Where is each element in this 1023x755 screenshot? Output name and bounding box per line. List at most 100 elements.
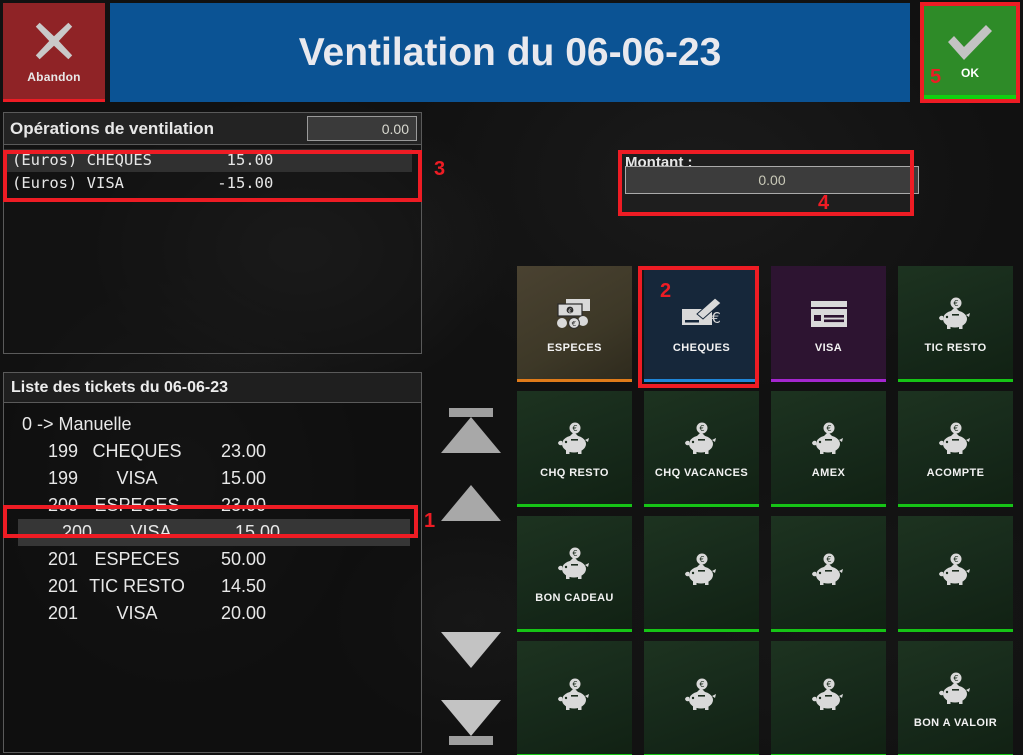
ticket-payment-mode: CHEQUES xyxy=(92,441,182,461)
ticket-row[interactable]: 200 ESPECES 23.00 xyxy=(4,492,421,519)
payment-tile-especes[interactable]: € € ESPECES xyxy=(517,266,632,382)
payment-tile[interactable]: € xyxy=(771,641,886,755)
piggy-bank-icon: € xyxy=(679,676,725,719)
ticket-number: 199 xyxy=(47,468,78,488)
ticket-number: 201 xyxy=(47,576,78,596)
svg-text:€: € xyxy=(699,555,704,564)
ticket-amount: 14.50 xyxy=(220,576,266,596)
scroll-down-button[interactable] xyxy=(440,632,502,668)
payment-tile-amex[interactable]: € AMEX xyxy=(771,391,886,507)
montant-input[interactable]: 0.00 xyxy=(625,166,919,194)
operation-row[interactable]: (Euros) CHEQUES 15.00 xyxy=(4,149,412,172)
piggy-bank-icon: € xyxy=(811,552,843,585)
piggy-bank-icon: € xyxy=(806,420,852,463)
payment-tile-label: ACOMPTE xyxy=(926,466,985,479)
piggy-bank-icon: € xyxy=(811,421,843,454)
svg-text:€: € xyxy=(953,674,958,683)
piggy-bank-icon: € xyxy=(811,677,843,710)
svg-text:€: € xyxy=(699,680,704,689)
tile-accent-bar xyxy=(898,504,1013,507)
payment-tile-acompte[interactable]: € ACOMPTE xyxy=(898,391,1013,507)
svg-text:€: € xyxy=(826,424,831,433)
ticket-number: 201 xyxy=(47,603,78,623)
ticket-row[interactable]: 199 CHEQUES 23.00 xyxy=(4,438,421,465)
tile-accent-bar xyxy=(771,504,886,507)
ok-label: OK xyxy=(961,65,979,80)
svg-text:€: € xyxy=(826,555,831,564)
operations-title: Opérations de ventilation xyxy=(10,118,215,138)
check-icon xyxy=(944,22,996,64)
payment-tile-label: ESPECES xyxy=(547,341,602,354)
ventilation-screen: Abandon Ventilation du 06-06-23 OK 5 Opé… xyxy=(0,0,1023,755)
ticket-row[interactable]: 201 VISA 20.00 xyxy=(4,600,421,627)
piggy-bank-icon: € xyxy=(933,551,979,594)
ticket-payment-mode: TIC RESTO xyxy=(89,576,185,596)
svg-text:€: € xyxy=(571,320,575,328)
payment-tile-bon-a-valoir[interactable]: € BON A VALOIR xyxy=(898,641,1013,755)
svg-text:€: € xyxy=(711,309,721,327)
ticket-row[interactable]: 199 VISA 15.00 xyxy=(4,465,421,492)
payment-tile-bon-cadeau[interactable]: € BON CADEAU xyxy=(517,516,632,632)
payment-tile[interactable]: € xyxy=(644,641,759,755)
piggy-bank-icon: € xyxy=(679,420,725,463)
ticket-row[interactable]: 200 VISA 15.00 xyxy=(18,519,410,546)
payment-tile[interactable]: € xyxy=(644,516,759,632)
operations-list[interactable]: (Euros) CHEQUES 15.00 (Euros) VISA -15.00 xyxy=(4,145,421,353)
operations-total-field: 0.00 xyxy=(307,116,417,141)
ticket-row[interactable]: 201 TIC RESTO 14.50 xyxy=(4,573,421,600)
ticket-number: 200 xyxy=(61,522,92,542)
operation-row[interactable]: (Euros) VISA -15.00 xyxy=(4,172,421,195)
tile-accent-bar xyxy=(517,504,632,507)
svg-text:€: € xyxy=(953,299,958,308)
piggy-bank-icon: € xyxy=(933,420,979,463)
operations-header: Opérations de ventilation 0.00 xyxy=(4,113,421,145)
top-bar: Abandon Ventilation du 06-06-23 OK 5 xyxy=(0,0,1023,105)
piggy-bank-icon: € xyxy=(684,552,716,585)
payment-tile-chq-vacances[interactable]: € CHQ VACANCES xyxy=(644,391,759,507)
payment-tile[interactable]: € xyxy=(517,641,632,755)
payment-tile-tic-resto[interactable]: € TIC RESTO xyxy=(898,266,1013,382)
scroll-to-last-button[interactable] xyxy=(440,700,502,745)
piggy-bank-icon: € xyxy=(557,677,589,710)
svg-text:€: € xyxy=(568,308,572,315)
triangle-up-icon xyxy=(441,485,501,521)
piggy-bank-icon: € xyxy=(938,552,970,585)
title-bar: Ventilation du 06-06-23 xyxy=(110,3,910,102)
payment-tile[interactable]: € xyxy=(771,516,886,632)
credit-card-icon xyxy=(806,295,852,338)
triangle-up-icon xyxy=(441,417,501,453)
payment-tile[interactable]: € xyxy=(898,516,1013,632)
payment-tile-label: TIC RESTO xyxy=(924,341,987,354)
annotation-marker-5: 5 xyxy=(930,66,942,88)
piggy-bank-icon: € xyxy=(806,676,852,719)
piggy-bank-icon: € xyxy=(684,421,716,454)
piggy-bank-icon: € xyxy=(552,545,598,588)
scroll-to-first-button[interactable] xyxy=(440,408,502,453)
triangle-down-icon xyxy=(441,632,501,668)
ticket-payment-mode: VISA xyxy=(116,603,158,623)
svg-text:€: € xyxy=(953,555,958,564)
ticket-row[interactable]: 201 ESPECES 50.00 xyxy=(4,546,421,573)
payment-tile-label: AMEX xyxy=(811,466,846,479)
tile-accent-bar xyxy=(644,379,759,382)
annotation-marker-1: 1 xyxy=(424,510,436,532)
banknote-coins-icon: €€ xyxy=(552,295,598,338)
scroll-up-button[interactable] xyxy=(440,485,502,521)
svg-text:€: € xyxy=(826,680,831,689)
piggy-bank-icon: € xyxy=(557,421,589,454)
ok-button[interactable]: OK 5 xyxy=(920,2,1020,103)
credit-card-icon xyxy=(810,300,847,327)
abandon-button[interactable]: Abandon xyxy=(3,3,105,102)
payment-tile-chq-resto[interactable]: € CHQ RESTO xyxy=(517,391,632,507)
list-scroll-controls xyxy=(440,400,502,750)
tickets-list[interactable]: 0 -> Manuelle 199 CHEQUES 23.00 199 VISA 15.0… xyxy=(4,403,421,627)
ticket-payment-mode: ESPECES xyxy=(94,549,180,569)
piggy-bank-icon: € xyxy=(938,671,970,704)
payment-tile-label: CHQ VACANCES xyxy=(654,466,749,479)
payment-tile-label: CHQ RESTO xyxy=(540,466,609,479)
piggy-bank-icon: € xyxy=(933,670,979,713)
ticket-payment-mode: ESPECES xyxy=(94,495,180,515)
ticket-amount: 23.00 xyxy=(220,495,266,515)
payment-tile-visa[interactable]: VISA xyxy=(771,266,886,382)
ticket-number: 199 xyxy=(47,441,78,461)
